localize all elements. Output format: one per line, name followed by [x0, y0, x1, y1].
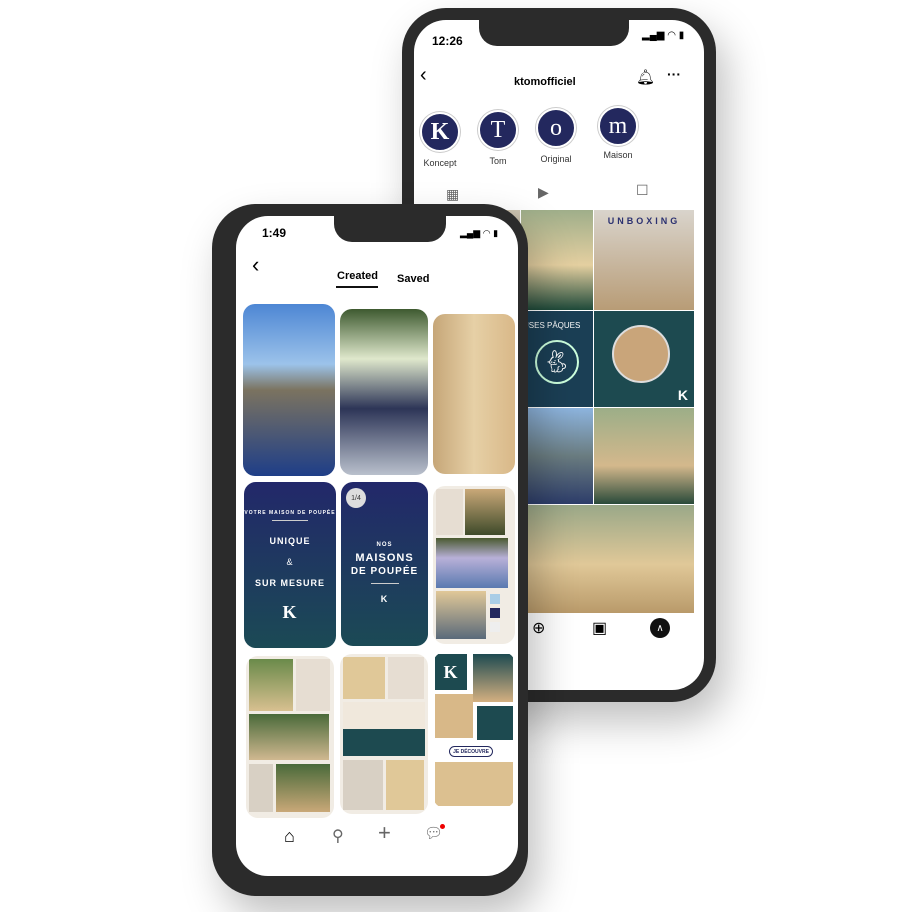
add-icon[interactable]: ⊕ [532, 618, 545, 638]
search-icon[interactable]: ⚲ [332, 826, 344, 846]
post-balcony[interactable] [521, 505, 694, 613]
pin-amp: & [286, 557, 294, 567]
logo-block [436, 489, 463, 535]
pin-title: SUR MESURE [254, 578, 325, 588]
photo [465, 489, 505, 535]
photo [276, 764, 330, 812]
photo [386, 760, 424, 810]
pin-garden-collage[interactable] [246, 656, 334, 818]
page-badge: 1/4 [346, 488, 366, 508]
pin-collage[interactable] [433, 486, 515, 644]
pin-unique[interactable]: VOTRE MAISON DE POUPÉE UNIQUE & SUR MESU… [244, 482, 336, 648]
status-time: 1:49 [262, 226, 287, 240]
bell-icon[interactable]: 🔔︎ [636, 68, 655, 86]
divider [272, 520, 308, 521]
back-icon[interactable]: ‹ [420, 64, 427, 87]
tab-underline [336, 286, 378, 288]
status-time: 12:26 [432, 34, 463, 48]
pin-subtitle: VOTRE MAISON DE POUPÉE [244, 510, 336, 516]
block [477, 706, 513, 740]
notch [334, 216, 446, 242]
status-icons: ▂▄▆ ◠ ▮ [642, 30, 685, 41]
profile-username: ktomofficiel [514, 76, 576, 88]
reels-icon[interactable]: ▶ [538, 184, 549, 201]
highlight-tom[interactable]: T [478, 110, 518, 150]
photo [436, 591, 486, 639]
logo-block [296, 659, 330, 711]
front-phone: 1:49 ▂▄▆ ◠ ▮ ‹ Created Saved VOTRE MAISO… [212, 204, 528, 896]
photo-circle [612, 325, 670, 383]
photo [473, 654, 513, 702]
photo [435, 694, 473, 738]
pin-decouvre[interactable]: K JE DÉCOUVRE [433, 652, 515, 808]
logo-k: K [282, 602, 298, 622]
tab-created[interactable]: Created [337, 270, 378, 282]
pinterest-screen: 1:49 ▂▄▆ ◠ ▮ ‹ Created Saved VOTRE MAISO… [236, 216, 518, 876]
profile-icon[interactable]: ∧ [650, 618, 670, 638]
post-dollhouse[interactable] [521, 210, 593, 310]
pin-nos-maisons[interactable]: 1/4 NOS MAISONS DE POUPÉE K [341, 482, 428, 646]
photo [249, 714, 329, 760]
reels-nav-icon[interactable]: ▣ [592, 618, 607, 638]
photo [435, 762, 513, 806]
logo-k: K [677, 387, 688, 403]
logo-block [388, 657, 424, 699]
pin-text: NOS [376, 542, 393, 548]
notification-dot [440, 824, 445, 829]
grid-icon[interactable]: ▦ [446, 186, 459, 203]
decouvre-button[interactable]: JE DÉCOUVRE [449, 746, 493, 757]
plus-icon[interactable]: + [378, 820, 391, 846]
post-easter[interactable]: USES PÂQUES 🐇︎ [521, 311, 593, 407]
logo-k: K [380, 594, 389, 604]
pin-dolls[interactable] [340, 309, 428, 475]
photo [343, 657, 385, 699]
tagged-icon[interactable]: ☐ [636, 182, 649, 199]
swatch [490, 622, 500, 632]
pin-sea-view[interactable] [243, 304, 335, 476]
unboxing-text: UNBOXING [607, 216, 681, 226]
pin-facade-collage[interactable] [340, 654, 428, 814]
highlight-original[interactable]: o [536, 108, 576, 148]
bunny-icon: 🐇︎ [535, 340, 579, 384]
pin-title: DE POUPÉE [350, 566, 419, 577]
status-icons: ▂▄▆ ◠ ▮ [460, 228, 499, 238]
swatch [249, 764, 273, 812]
notch [479, 20, 629, 46]
swatch [490, 594, 500, 604]
highlight-koncept[interactable]: K [420, 112, 460, 152]
swatch [490, 608, 500, 618]
photo [343, 702, 425, 756]
logo-k: K [435, 654, 467, 690]
pin-title: UNIQUE [269, 536, 311, 546]
highlight-label: Original [540, 154, 572, 164]
post-unboxing[interactable]: UNBOXING [594, 210, 694, 310]
highlight-label: Koncept [423, 158, 457, 168]
more-icon[interactable]: ··· [667, 66, 681, 82]
swatch [343, 760, 383, 810]
tab-saved[interactable]: Saved [397, 273, 429, 285]
post-family[interactable] [594, 408, 694, 504]
post-flowers[interactable]: K [594, 311, 694, 407]
home-icon[interactable]: ⌂ [284, 826, 295, 847]
pin-title: MAISONS [355, 552, 414, 564]
highlight-label: Maison [603, 150, 633, 160]
pin-dollhouse[interactable] [433, 314, 515, 474]
photo [249, 659, 293, 711]
photo [436, 538, 508, 588]
divider [371, 583, 399, 584]
highlight-label: Tom [489, 156, 507, 166]
easter-text: USES PÂQUES [523, 321, 581, 330]
highlight-maison[interactable]: m [598, 106, 638, 146]
back-icon[interactable]: ‹ [252, 252, 259, 278]
post-view[interactable] [521, 408, 593, 504]
